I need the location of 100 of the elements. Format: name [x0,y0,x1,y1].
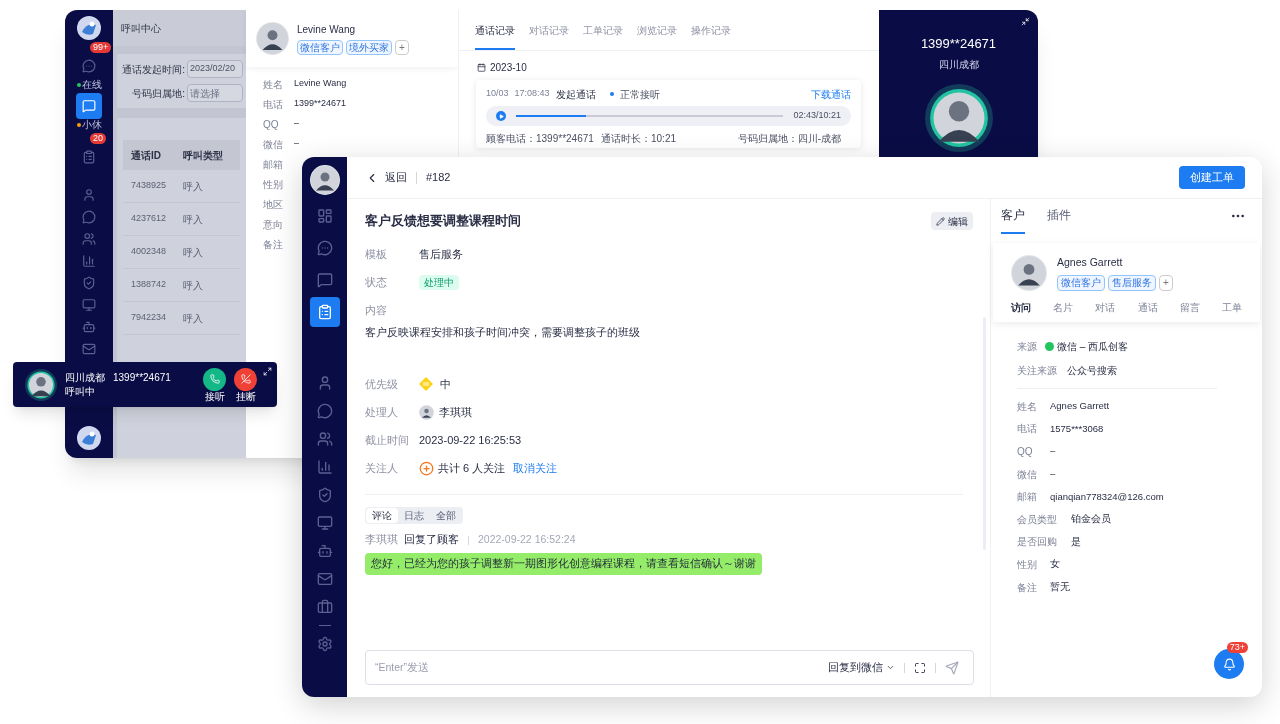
table-cell-text: 4237612 [130,212,168,226]
field-label: 意向 [263,217,284,232]
add-tag-button[interactable]: + [1159,274,1173,291]
record-tab[interactable]: 对话记录 [529,23,569,50]
call-action: 发起通话 [555,87,596,102]
record-tab[interactable]: 操作记录 [691,23,731,50]
priority-icon [419,377,433,391]
field-label: 备注 [263,237,284,252]
field-label: 关注来源 [1017,363,1058,378]
send-icon[interactable] [945,660,959,675]
customer-tab[interactable]: 名片 [1053,300,1074,315]
avatar [1011,255,1047,291]
filter-label: 号码归属地: [131,86,185,101]
field-label: 状态 [365,274,388,290]
comment-action: 回复了顾客 [404,532,459,548]
logo-icon [77,16,101,40]
fullscreen-icon[interactable] [914,661,926,674]
table-cell-text: 4002348 [130,245,168,259]
field-label: QQ [263,117,280,132]
field-value: 中 [440,376,451,392]
reply-field[interactable]: “Enter”发送 回复到微信 [365,650,974,685]
panel-tab[interactable]: 客户 [1001,206,1025,234]
ticket-title: 客户反馈想要调整课程时间 [365,212,521,231]
call-detail: 号码归属地：四川-成都 [737,131,841,146]
activity-tab[interactable]: 日志 [398,508,430,523]
hang-up-button[interactable] [234,367,257,391]
field-label: 关注人 [365,460,399,476]
month-heading: 2023-10 [490,61,527,75]
field-label: 会员类型 [1017,512,1058,527]
expand-icon[interactable] [263,367,272,376]
customer-tag: 售后服务 [1108,274,1156,291]
filter-field[interactable]: 请选择 [187,84,243,102]
call-detail: 通话时长：10:21 [601,131,678,146]
record-tab[interactable]: 浏览记录 [637,23,677,50]
table-cell-text: 呼入 [183,212,203,227]
field-value: 1399**24671 [294,97,347,111]
field-label: 内容 [365,302,388,318]
bell-icon [1222,657,1236,671]
record-tab[interactable]: 工单记录 [583,23,623,50]
field-value: 铂金会员 [1071,512,1111,527]
customer-tab[interactable]: 工单 [1221,300,1242,315]
add-follower-icon[interactable] [419,460,434,476]
activity-tab[interactable]: 评论 [366,508,398,523]
caller-number: 1399**24671 [920,35,997,53]
field-label: 地区 [263,197,284,212]
customer-tab[interactable]: 访问 [1011,300,1031,315]
activity-tab[interactable]: 全部 [430,508,462,523]
avatar [25,368,57,401]
table-cell-text: 呼入 [183,245,203,260]
table-cell-text: 1388742 [130,278,168,292]
status-tag: 处理中 [419,274,459,290]
field-label: 微信 [263,137,284,152]
notification-badge: 73+ [1226,642,1248,653]
field-value: – [1050,466,1056,481]
field-label: 模板 [365,246,388,262]
call-detail: 顾客电话：1399**24671 [486,131,595,146]
answer-button[interactable] [203,367,226,391]
shrink-icon[interactable] [1021,17,1030,26]
avatar [924,83,993,152]
table-cell-text: 7438925 [130,179,168,193]
filter-label: 通话发起时间: [121,62,185,77]
field-value: 微信 – 西瓜创客 [1057,339,1129,354]
field-value: 2023-09-22 16:25:53 [419,432,522,448]
clipboard-icon[interactable] [309,297,340,327]
field-value: 公众号搜索 [1067,363,1117,378]
answer-label: 接听 [204,390,225,402]
call-date: 10/03 [486,87,509,101]
add-tag-button[interactable]: + [395,40,409,55]
table-cell-text: 呼入 [183,179,203,194]
field-label: 优先级 [365,376,399,392]
record-tab[interactable]: 通话记录 [475,23,515,50]
field-value: 共计 6 人关注 [438,460,506,476]
call-status: 呼叫中 [65,385,96,398]
create-ticket-button[interactable]: 创建工单 [1179,166,1245,189]
caret-icon [886,663,895,672]
field-label: 来源 [1017,339,1038,354]
customer-tab[interactable]: 对话 [1095,300,1116,315]
download-link[interactable]: 下载通话 [811,86,851,102]
notification-button[interactable] [1214,649,1244,679]
page-title: 呼叫中心 [121,21,161,36]
customer-tab[interactable]: 留言 [1179,300,1200,315]
field-value: – [1050,444,1056,459]
field-value: – [294,137,299,151]
field-value: Agnes Garrett [1050,399,1110,414]
edit-button[interactable]: 编辑 [931,212,973,230]
back-button[interactable]: 返回 [365,169,407,186]
field-value: Levine Wang [294,77,347,91]
playback-time: 02:43/10:21 [793,109,841,123]
customer-tab[interactable]: 通话 [1137,300,1158,315]
field-label: 邮箱 [1017,490,1038,505]
field-label: 备注 [1017,580,1038,595]
status-label: 在线 [81,79,102,91]
table-cell-text: 呼入 [183,311,203,326]
unfollow-link[interactable]: 取消关注 [513,459,558,477]
reply-channel-dropdown[interactable]: 回复到微信 [828,659,895,676]
panel-tab[interactable]: 插件 [1047,206,1071,234]
play-button[interactable] [496,111,506,121]
field-label: 截止时间 [365,432,410,448]
filter-field[interactable]: 2023/02/20 [187,60,243,78]
badge: 20 [90,133,106,144]
